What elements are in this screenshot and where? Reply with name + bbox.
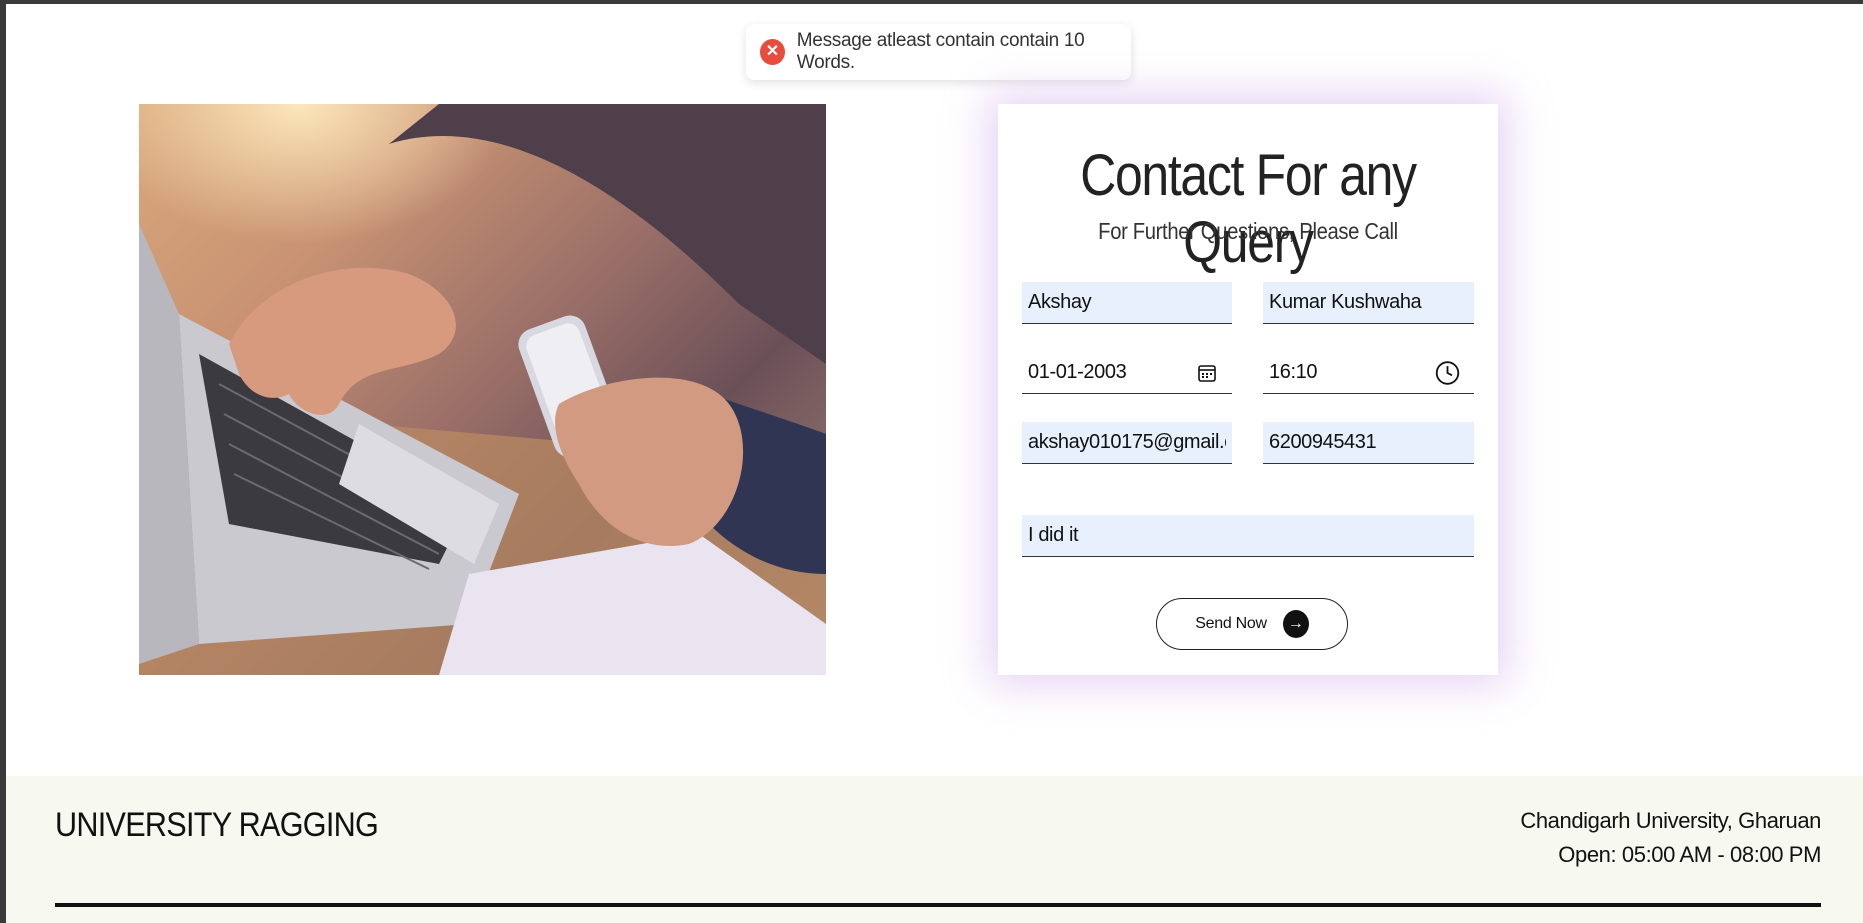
contact-card: Contact For any Query For Further Questi… xyxy=(998,104,1498,675)
send-now-button[interactable]: Send Now → xyxy=(1156,598,1348,650)
first-name-input[interactable] xyxy=(1022,282,1232,323)
footer-address: Chandigarh University, Gharuan xyxy=(1520,808,1821,833)
first-name-field[interactable] xyxy=(1022,282,1232,324)
error-x-icon: ✕ xyxy=(760,39,785,65)
page: ✕ Message atleast contain contain 10 Wor… xyxy=(6,4,1863,923)
time-field[interactable] xyxy=(1263,352,1474,394)
clock-icon[interactable] xyxy=(1435,360,1460,385)
date-field[interactable] xyxy=(1022,352,1232,394)
email-input[interactable] xyxy=(1022,422,1232,463)
hero-image xyxy=(139,104,826,675)
footer-hours: Open: 05:00 AM - 08:00 PM xyxy=(1558,842,1821,867)
footer-divider xyxy=(55,903,1821,907)
phone-field[interactable] xyxy=(1263,422,1474,464)
footer: UNIVERSITY RAGGING Chandigarh University… xyxy=(6,776,1863,923)
arrow-right-icon: → xyxy=(1282,610,1309,638)
send-now-label: Send Now xyxy=(1195,615,1267,632)
contact-title: Contact For any Query xyxy=(1080,143,1417,275)
phone-input[interactable] xyxy=(1263,422,1474,463)
last-name-field[interactable] xyxy=(1263,282,1474,324)
footer-brand: UNIVERSITY RAGGING xyxy=(55,806,379,844)
footer-contact-info: Chandigarh University, Gharuan Open: 05:… xyxy=(1520,804,1821,872)
email-field[interactable] xyxy=(1022,422,1232,464)
contact-subtitle: For Further Questions, Please Call xyxy=(1098,218,1398,244)
message-input[interactable] xyxy=(1022,515,1474,556)
last-name-input[interactable] xyxy=(1263,282,1474,323)
toast-message: Message atleast contain contain 10 Words… xyxy=(796,30,1085,73)
error-toast: ✕ Message atleast contain contain 10 Wor… xyxy=(746,24,1131,80)
calendar-icon[interactable] xyxy=(1196,362,1218,384)
message-field[interactable] xyxy=(1022,515,1474,557)
laptop-photo-illustration xyxy=(139,104,826,675)
